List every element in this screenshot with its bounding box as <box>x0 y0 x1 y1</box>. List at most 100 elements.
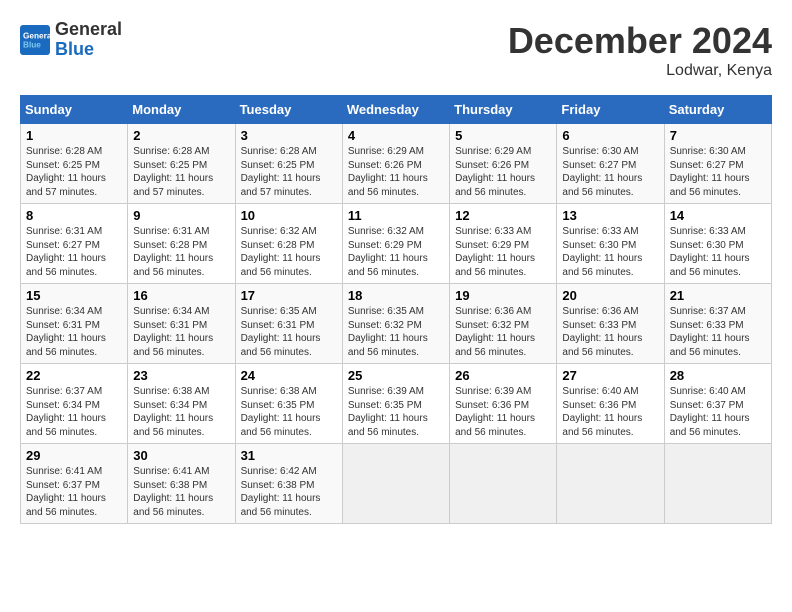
day-info: Sunrise: 6:33 AM Sunset: 6:30 PM Dayligh… <box>670 225 766 279</box>
day-number: 25 <box>348 368 444 383</box>
day-info: Sunrise: 6:28 AM Sunset: 6:25 PM Dayligh… <box>26 145 122 199</box>
logo-text-line1: General <box>55 20 122 40</box>
calendar-cell: 3 Sunrise: 6:28 AM Sunset: 6:25 PM Daylig… <box>235 124 342 204</box>
day-number: 24 <box>241 368 337 383</box>
day-info: Sunrise: 6:36 AM Sunset: 6:32 PM Dayligh… <box>455 305 551 359</box>
weekday-header-monday: Monday <box>128 96 235 124</box>
calendar-cell: 27 Sunrise: 6:40 AM Sunset: 6:36 PM Dayli… <box>557 364 664 444</box>
day-number: 27 <box>562 368 658 383</box>
day-number: 13 <box>562 208 658 223</box>
week-row-4: 22Sunrise: 6:37 AM Sunset: 6:34 PM Dayli… <box>21 364 772 444</box>
day-number: 26 <box>455 368 551 383</box>
calendar-cell: 16Sunrise: 6:34 AM Sunset: 6:31 PM Dayli… <box>128 284 235 364</box>
day-number: 6 <box>562 128 658 143</box>
day-number: 23 <box>133 368 229 383</box>
day-info: Sunrise: 6:29 AM Sunset: 6:26 PM Dayligh… <box>455 145 551 199</box>
calendar-cell: 4Sunrise: 6:29 AM Sunset: 6:26 PM Daylig… <box>342 124 449 204</box>
calendar-cell: 19Sunrise: 6:36 AM Sunset: 6:32 PM Dayli… <box>450 284 557 364</box>
day-number: 11 <box>348 208 444 223</box>
day-info: Sunrise: 6:32 AM Sunset: 6:29 PM Dayligh… <box>348 225 444 279</box>
svg-text:Blue: Blue <box>23 40 41 49</box>
day-number: 7 <box>670 128 766 143</box>
day-info: Sunrise: 6:38 AM Sunset: 6:34 PM Dayligh… <box>133 385 229 439</box>
month-title: December 2024 <box>508 20 772 62</box>
day-number: 17 <box>241 288 337 303</box>
calendar-cell: 20 Sunrise: 6:36 AM Sunset: 6:33 PM Dayli… <box>557 284 664 364</box>
day-info: Sunrise: 6:28 AM Sunset: 6:25 PM Dayligh… <box>241 145 337 199</box>
calendar-table: SundayMondayTuesdayWednesdayThursdayFrid… <box>20 95 772 524</box>
weekday-header-saturday: Saturday <box>664 96 771 124</box>
weekday-header-tuesday: Tuesday <box>235 96 342 124</box>
logo-text-line2: Blue <box>55 40 122 60</box>
weekday-header-row: SundayMondayTuesdayWednesdayThursdayFrid… <box>21 96 772 124</box>
day-number: 12 <box>455 208 551 223</box>
calendar-cell: 14 Sunrise: 6:33 AM Sunset: 6:30 PM Dayli… <box>664 204 771 284</box>
day-number: 29 <box>26 448 122 463</box>
calendar-cell: 5 Sunrise: 6:29 AM Sunset: 6:26 PM Daylig… <box>450 124 557 204</box>
week-row-2: 8 Sunrise: 6:31 AM Sunset: 6:27 PM Daylig… <box>21 204 772 284</box>
calendar-cell: 28Sunrise: 6:40 AM Sunset: 6:37 PM Dayli… <box>664 364 771 444</box>
day-number: 8 <box>26 208 122 223</box>
day-info: Sunrise: 6:35 AM Sunset: 6:31 PM Dayligh… <box>241 305 337 359</box>
svg-text:General: General <box>23 31 50 40</box>
title-block: December 2024 Lodwar, Kenya <box>508 20 772 80</box>
week-row-1: 1 Sunrise: 6:28 AM Sunset: 6:25 PM Daylig… <box>21 124 772 204</box>
calendar-cell: 23 Sunrise: 6:38 AM Sunset: 6:34 PM Dayli… <box>128 364 235 444</box>
day-info: Sunrise: 6:38 AM Sunset: 6:35 PM Dayligh… <box>241 385 337 439</box>
day-info: Sunrise: 6:40 AM Sunset: 6:37 PM Dayligh… <box>670 385 766 439</box>
page-header: General Blue General Blue December 2024 … <box>20 20 772 80</box>
logo-icon: General Blue <box>20 25 50 55</box>
weekday-header-friday: Friday <box>557 96 664 124</box>
day-number: 20 <box>562 288 658 303</box>
logo: General Blue General Blue <box>20 20 122 60</box>
calendar-cell: 25 Sunrise: 6:39 AM Sunset: 6:35 PM Dayli… <box>342 364 449 444</box>
day-info: Sunrise: 6:39 AM Sunset: 6:35 PM Dayligh… <box>348 385 444 439</box>
day-info: Sunrise: 6:31 AM Sunset: 6:28 PM Dayligh… <box>133 225 229 279</box>
calendar-cell: 11 Sunrise: 6:32 AM Sunset: 6:29 PM Dayli… <box>342 204 449 284</box>
day-info: Sunrise: 6:37 AM Sunset: 6:34 PM Dayligh… <box>26 385 122 439</box>
day-info: Sunrise: 6:39 AM Sunset: 6:36 PM Dayligh… <box>455 385 551 439</box>
calendar-cell: 29 Sunrise: 6:41 AM Sunset: 6:37 PM Dayli… <box>21 444 128 524</box>
week-row-3: 15Sunrise: 6:34 AM Sunset: 6:31 PM Dayli… <box>21 284 772 364</box>
day-info: Sunrise: 6:34 AM Sunset: 6:31 PM Dayligh… <box>133 305 229 359</box>
day-info: Sunrise: 6:41 AM Sunset: 6:37 PM Dayligh… <box>26 465 122 519</box>
day-number: 21 <box>670 288 766 303</box>
day-info: Sunrise: 6:40 AM Sunset: 6:36 PM Dayligh… <box>562 385 658 439</box>
day-number: 18 <box>348 288 444 303</box>
calendar-cell <box>664 444 771 524</box>
calendar-cell <box>450 444 557 524</box>
day-number: 3 <box>241 128 337 143</box>
day-info: Sunrise: 6:34 AM Sunset: 6:31 PM Dayligh… <box>26 305 122 359</box>
day-number: 14 <box>670 208 766 223</box>
day-info: Sunrise: 6:33 AM Sunset: 6:30 PM Dayligh… <box>562 225 658 279</box>
calendar-cell: 9 Sunrise: 6:31 AM Sunset: 6:28 PM Daylig… <box>128 204 235 284</box>
day-info: Sunrise: 6:35 AM Sunset: 6:32 PM Dayligh… <box>348 305 444 359</box>
calendar-cell: 7 Sunrise: 6:30 AM Sunset: 6:27 PM Daylig… <box>664 124 771 204</box>
week-row-5: 29 Sunrise: 6:41 AM Sunset: 6:37 PM Dayli… <box>21 444 772 524</box>
calendar-cell: 22Sunrise: 6:37 AM Sunset: 6:34 PM Dayli… <box>21 364 128 444</box>
day-info: Sunrise: 6:31 AM Sunset: 6:27 PM Dayligh… <box>26 225 122 279</box>
day-info: Sunrise: 6:42 AM Sunset: 6:38 PM Dayligh… <box>241 465 337 519</box>
day-number: 31 <box>241 448 337 463</box>
day-info: Sunrise: 6:30 AM Sunset: 6:27 PM Dayligh… <box>670 145 766 199</box>
day-number: 9 <box>133 208 229 223</box>
calendar-cell: 26 Sunrise: 6:39 AM Sunset: 6:36 PM Dayli… <box>450 364 557 444</box>
day-number: 2 <box>133 128 229 143</box>
day-number: 5 <box>455 128 551 143</box>
day-info: Sunrise: 6:30 AM Sunset: 6:27 PM Dayligh… <box>562 145 658 199</box>
calendar-cell: 18 Sunrise: 6:35 AM Sunset: 6:32 PM Dayli… <box>342 284 449 364</box>
day-info: Sunrise: 6:36 AM Sunset: 6:33 PM Dayligh… <box>562 305 658 359</box>
calendar-cell: 15Sunrise: 6:34 AM Sunset: 6:31 PM Dayli… <box>21 284 128 364</box>
weekday-header-thursday: Thursday <box>450 96 557 124</box>
calendar-cell <box>342 444 449 524</box>
calendar-cell: 10 Sunrise: 6:32 AM Sunset: 6:28 PM Dayli… <box>235 204 342 284</box>
location: Lodwar, Kenya <box>508 62 772 80</box>
day-info: Sunrise: 6:29 AM Sunset: 6:26 PM Dayligh… <box>348 145 444 199</box>
calendar-cell: 24 Sunrise: 6:38 AM Sunset: 6:35 PM Dayli… <box>235 364 342 444</box>
day-number: 1 <box>26 128 122 143</box>
day-info: Sunrise: 6:41 AM Sunset: 6:38 PM Dayligh… <box>133 465 229 519</box>
day-info: Sunrise: 6:37 AM Sunset: 6:33 PM Dayligh… <box>670 305 766 359</box>
day-number: 10 <box>241 208 337 223</box>
day-info: Sunrise: 6:32 AM Sunset: 6:28 PM Dayligh… <box>241 225 337 279</box>
calendar-cell: 31 Sunrise: 6:42 AM Sunset: 6:38 PM Dayli… <box>235 444 342 524</box>
